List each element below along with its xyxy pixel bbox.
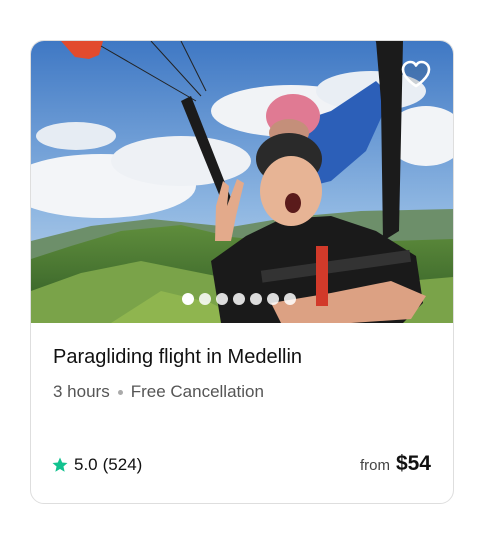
activity-meta: 3 hours Free Cancellation [53, 382, 264, 402]
carousel-dot[interactable] [182, 293, 194, 305]
carousel-dot[interactable] [267, 293, 279, 305]
carousel-dots [182, 293, 296, 305]
rating-value: 5.0 [74, 455, 98, 474]
price-amount: $54 [395, 452, 431, 475]
separator-dot [117, 389, 123, 395]
activity-photo[interactable] [31, 41, 453, 323]
activity-title[interactable]: Paragliding flight in Medellin [53, 346, 302, 369]
price-prefix: from [359, 457, 390, 474]
carousel-dot[interactable] [250, 293, 262, 305]
carousel-dot[interactable] [199, 293, 211, 305]
favorite-button[interactable] [400, 59, 432, 89]
heart-outline-icon [401, 60, 431, 88]
star-icon [52, 457, 68, 472]
cancellation-label: Free Cancellation [130, 382, 264, 401]
carousel-dot[interactable] [216, 293, 228, 305]
activity-card[interactable]: Paragliding flight in Medellin 3 hours F… [30, 40, 454, 504]
paragliding-photo [31, 41, 453, 323]
carousel-dot[interactable] [233, 293, 245, 305]
carousel-dot[interactable] [284, 293, 296, 305]
review-count: (524) [102, 455, 143, 474]
rating: 5.0 (524) [51, 455, 142, 475]
price: from $54 [360, 452, 431, 476]
duration-label: 3 hours [53, 382, 110, 401]
